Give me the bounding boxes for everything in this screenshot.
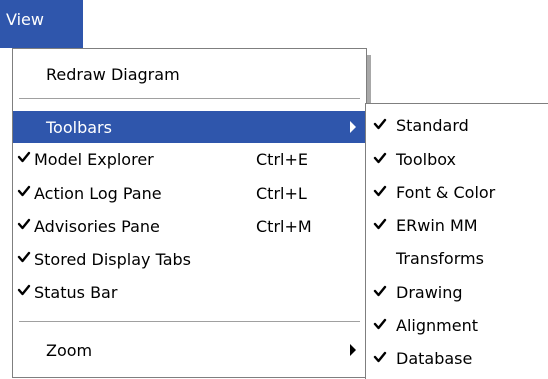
checkmark-icon bbox=[17, 185, 31, 197]
menu-item-model-explorer[interactable]: Model Explorer Ctrl+E bbox=[13, 143, 366, 175]
submenu-item-label: Database bbox=[396, 349, 473, 368]
menu-item-label: Status Bar bbox=[34, 283, 118, 302]
menu-item-action-log-pane[interactable]: Action Log Pane Ctrl+L bbox=[13, 177, 366, 209]
submenu-item-drawing[interactable]: Drawing bbox=[366, 275, 548, 308]
checkmark-icon bbox=[17, 284, 31, 296]
menu-separator bbox=[19, 98, 360, 100]
menu-item-advisories-pane[interactable]: Advisories Pane Ctrl+M bbox=[13, 210, 366, 242]
submenu-item-label: Toolbox bbox=[396, 150, 456, 169]
submenu-item-label: Standard bbox=[396, 116, 469, 135]
checkmark-icon bbox=[373, 152, 387, 164]
menu-item-label: Stored Display Tabs bbox=[34, 250, 192, 269]
submenu-item-label: ERwin MM bbox=[396, 216, 478, 235]
checkmark-icon bbox=[373, 218, 387, 230]
menu-item-shortcut: Ctrl+E bbox=[256, 150, 308, 169]
menu-item-redraw-diagram[interactable]: Redraw Diagram bbox=[13, 58, 366, 90]
menu-item-zoom[interactable]: Zoom bbox=[13, 334, 366, 366]
menu-item-toolbars[interactable]: Toolbars bbox=[13, 111, 366, 143]
view-menu: Redraw Diagram Toolbars Model Explorer C… bbox=[12, 48, 367, 378]
submenu-item-transforms[interactable]: Transforms bbox=[366, 241, 548, 274]
checkmark-icon bbox=[373, 318, 387, 330]
menu-item-label: Model Explorer bbox=[34, 150, 154, 169]
menu-item-label: Zoom bbox=[46, 341, 93, 360]
menu-item-label: Action Log Pane bbox=[34, 184, 162, 203]
app-window: View Redraw Diagram Toolbars Model Explo… bbox=[0, 0, 548, 379]
submenu-item-toolbox[interactable]: Toolbox bbox=[366, 142, 548, 175]
menu-view-label: View bbox=[6, 10, 44, 29]
submenu-arrow-icon bbox=[350, 344, 356, 356]
checkmark-icon bbox=[17, 151, 31, 163]
submenu-item-label: Alignment bbox=[396, 316, 478, 335]
menu-item-shortcut: Ctrl+L bbox=[256, 184, 307, 203]
checkmark-icon bbox=[17, 218, 31, 230]
menu-item-label: Advisories Pane bbox=[34, 217, 160, 236]
submenu-item-database[interactable]: Database bbox=[366, 341, 548, 374]
submenu-item-alignment[interactable]: Alignment bbox=[366, 308, 548, 341]
submenu-item-label: Font & Color bbox=[396, 183, 496, 202]
submenu-item-label: Drawing bbox=[396, 283, 463, 302]
menu-item-label: Redraw Diagram bbox=[46, 65, 180, 84]
menu-view[interactable]: View bbox=[0, 0, 83, 48]
checkmark-icon bbox=[373, 118, 387, 130]
menu-item-status-bar[interactable]: Status Bar bbox=[13, 276, 366, 308]
menu-item-shortcut: Ctrl+M bbox=[256, 217, 312, 236]
submenu-arrow-icon bbox=[350, 121, 356, 133]
toolbars-submenu: Standard Toolbox Font & Color ERwin MM T… bbox=[365, 103, 548, 379]
menu-item-label: Toolbars bbox=[46, 118, 112, 137]
checkmark-icon bbox=[373, 285, 387, 297]
submenu-item-font-color[interactable]: Font & Color bbox=[366, 175, 548, 208]
submenu-item-standard[interactable]: Standard bbox=[366, 108, 548, 141]
submenu-item-label: Transforms bbox=[396, 249, 484, 268]
checkmark-icon bbox=[373, 185, 387, 197]
checkmark-icon bbox=[373, 351, 387, 363]
menu-item-stored-display-tabs[interactable]: Stored Display Tabs bbox=[13, 243, 366, 275]
menu-separator bbox=[19, 321, 360, 323]
checkmark-icon bbox=[17, 251, 31, 263]
submenu-item-erwin-mm[interactable]: ERwin MM bbox=[366, 208, 548, 241]
